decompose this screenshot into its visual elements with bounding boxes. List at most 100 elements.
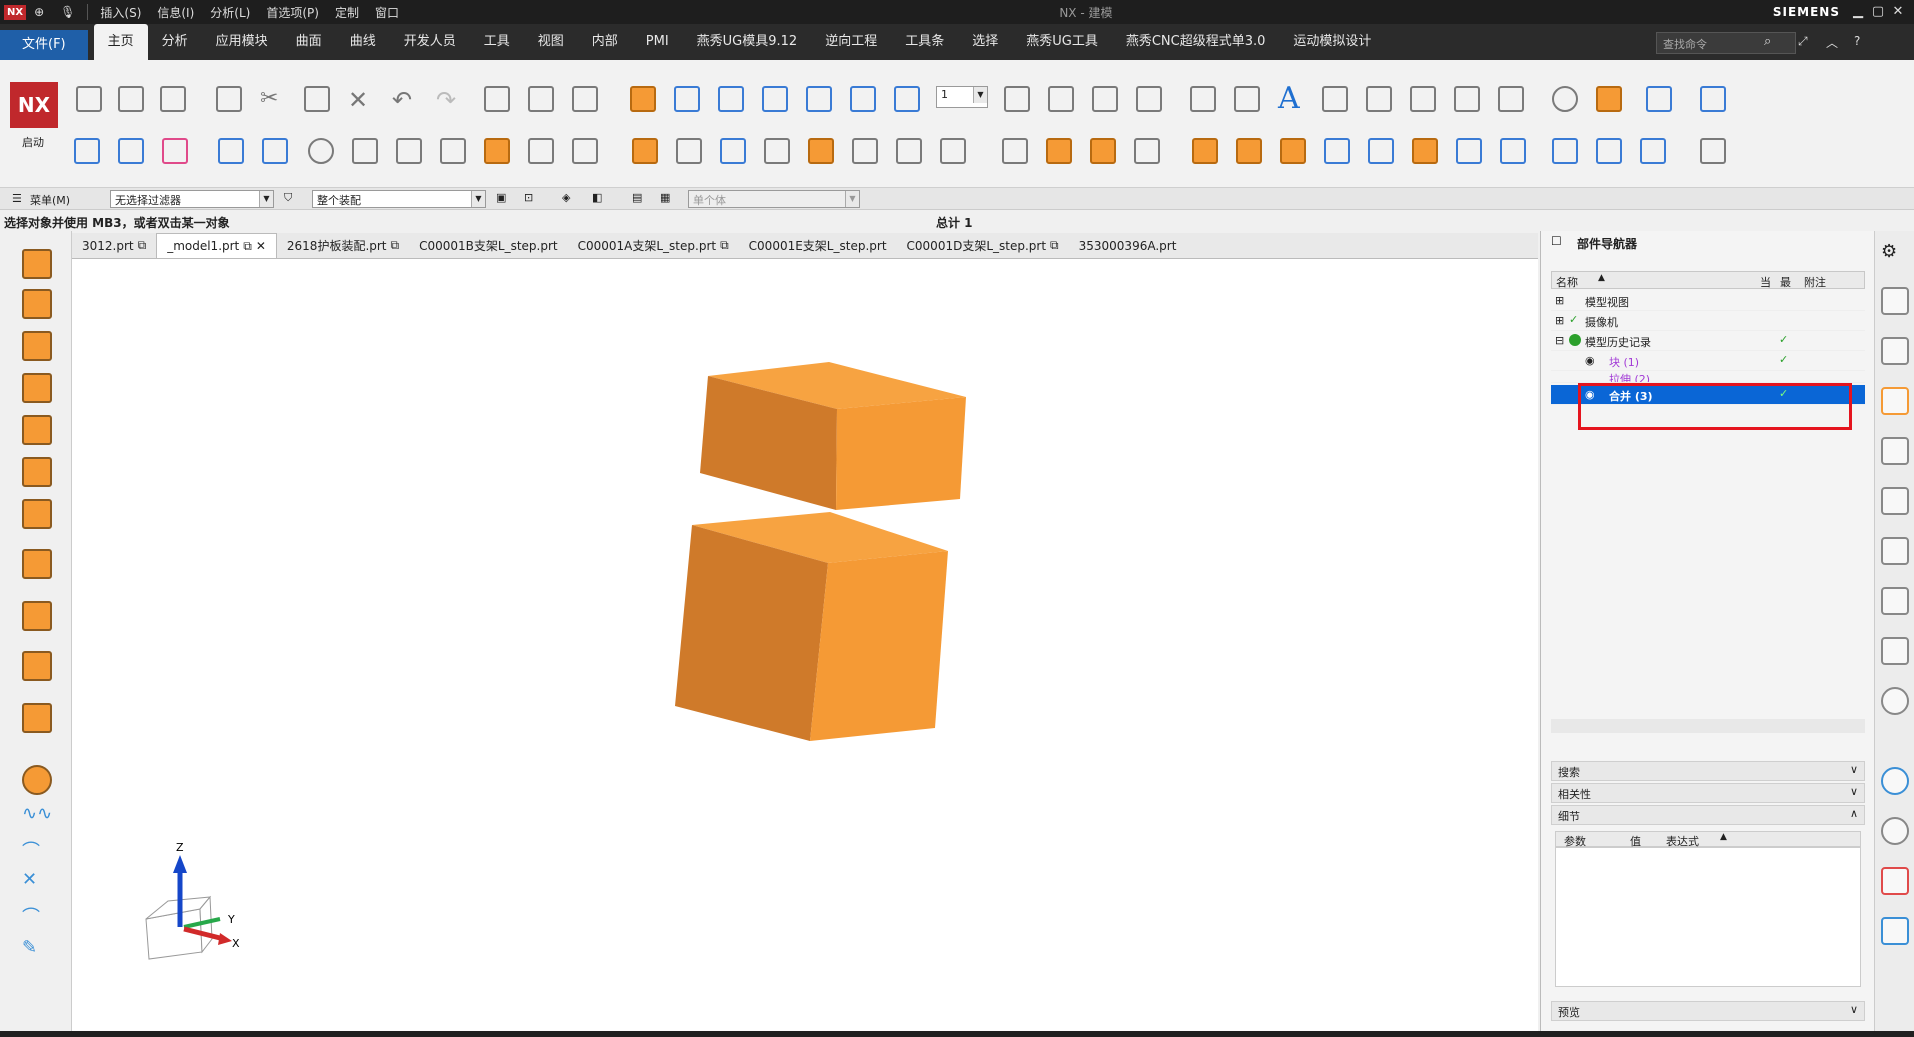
shell-icon[interactable] xyxy=(714,132,750,168)
sphere-icon[interactable] xyxy=(302,132,338,168)
arc-icon[interactable] xyxy=(1362,132,1398,168)
column-current[interactable]: 当 xyxy=(1760,274,1771,290)
close-button[interactable]: ✕ xyxy=(1888,3,1908,21)
history-icon[interactable] xyxy=(1881,587,1909,615)
text-icon[interactable]: A xyxy=(1272,80,1308,116)
intersect-curve-icon[interactable]: ✕ xyxy=(22,869,52,899)
cut-icon[interactable]: ✂ xyxy=(254,80,290,116)
fit-icon[interactable] xyxy=(522,80,558,116)
undo-icon[interactable]: ↶ xyxy=(386,80,422,116)
body-select-icon[interactable]: ▦ xyxy=(660,191,670,204)
microphone-icon[interactable]: 🎙 xyxy=(52,5,83,19)
search-icon[interactable]: ⌕ xyxy=(1764,34,1771,49)
tab-developer[interactable]: 开发人员 xyxy=(390,24,470,60)
palette-icon[interactable] xyxy=(1881,867,1909,895)
revolve-icon[interactable] xyxy=(256,132,292,168)
tab-pmi[interactable]: PMI xyxy=(632,24,683,60)
surface-analysis-icon[interactable] xyxy=(1694,132,1730,168)
section-details[interactable]: 细节 ∧ xyxy=(1551,805,1865,825)
tree-row-cameras[interactable]: ⊞ ✓ 摄像机 xyxy=(1551,311,1865,331)
menu-preferences[interactable]: 首选项(P) xyxy=(258,4,327,21)
delete-face-icon[interactable] xyxy=(22,457,52,487)
split-body-icon[interactable] xyxy=(934,132,970,168)
color-face-icon[interactable] xyxy=(22,765,52,795)
column-latest[interactable]: 最 xyxy=(1780,274,1791,290)
chamfer-icon[interactable] xyxy=(802,132,838,168)
square-icon[interactable] xyxy=(1590,80,1626,116)
graphics-window[interactable]: Z Y X xyxy=(72,259,1538,1031)
circle-icon[interactable] xyxy=(1546,132,1582,168)
layer-settings-icon[interactable] xyxy=(998,80,1034,116)
globe-icon[interactable]: ⊕ xyxy=(26,5,52,19)
horizontal-scrollbar[interactable] xyxy=(1551,719,1865,733)
process-studio-icon[interactable] xyxy=(1881,637,1909,665)
panel-pin-icon[interactable]: ☐ xyxy=(1551,234,1562,248)
model-view[interactable]: Z Y X xyxy=(72,259,1538,1031)
tab-applications[interactable]: 应用模块 xyxy=(202,24,282,60)
note-icon[interactable]: ✎ xyxy=(22,937,52,967)
section-search[interactable]: 搜索 ∨ xyxy=(1551,761,1865,781)
doc-tab-c00001e[interactable]: C00001E支架L_step.prt xyxy=(739,233,897,258)
tab-reverse-engineering[interactable]: 逆向工程 xyxy=(811,24,891,60)
tree-row-model-views[interactable]: ⊞ 模型视图 xyxy=(1551,291,1865,311)
extrude-body[interactable] xyxy=(700,362,966,510)
menu-info[interactable]: 信息(I) xyxy=(149,4,202,21)
highlight-icon[interactable]: ◈ xyxy=(562,191,570,204)
move-to-layer-icon[interactable] xyxy=(1086,80,1122,116)
close-tab-icon[interactable]: ✕ xyxy=(256,239,266,253)
tab-tools[interactable]: 工具 xyxy=(470,24,524,60)
box-icon[interactable] xyxy=(478,132,514,168)
tab-curve[interactable]: 曲线 xyxy=(336,24,390,60)
tab-view[interactable]: 视图 xyxy=(524,24,578,60)
wcs-origin-icon[interactable] xyxy=(844,80,880,116)
globe-icon[interactable] xyxy=(1881,767,1909,795)
tab-select[interactable]: 选择 xyxy=(958,24,1012,60)
copy-to-layer-icon[interactable] xyxy=(1130,80,1166,116)
menu-insert[interactable]: 插入(S) xyxy=(92,4,149,21)
patch-icon[interactable] xyxy=(1186,132,1222,168)
hd3d-tools-icon[interactable] xyxy=(1881,487,1909,515)
tab-motion-simulation[interactable]: 运动模拟设计 xyxy=(1279,24,1385,60)
replace-face-icon[interactable] xyxy=(1274,132,1310,168)
details-column-header[interactable]: 参数 值 表达式 ▲ xyxy=(1555,831,1861,848)
column-notes[interactable]: 附注 xyxy=(1804,274,1826,290)
tab-home[interactable]: 主页 xyxy=(93,24,148,60)
replace-face-side-icon[interactable] xyxy=(22,415,52,445)
role-icon[interactable] xyxy=(1881,917,1909,945)
nx-app-icon[interactable]: NX xyxy=(4,4,27,20)
measure-icon[interactable] xyxy=(888,80,924,116)
copy-face-icon[interactable] xyxy=(22,549,52,579)
doc-tab-model1[interactable]: _model1.prt ⧉ ✕ xyxy=(156,233,277,258)
pull-face-icon[interactable] xyxy=(22,289,52,319)
draft-analysis-icon[interactable] xyxy=(1694,80,1730,116)
wcs-icon[interactable] xyxy=(800,80,836,116)
help-icon[interactable]: ? xyxy=(1854,34,1860,48)
new-file-icon[interactable] xyxy=(70,80,106,116)
info-icon[interactable] xyxy=(1881,687,1909,715)
thread-icon[interactable] xyxy=(522,132,558,168)
doc-tab-c00001d[interactable]: C00001D支架L_step.prt ⧉ xyxy=(897,233,1069,258)
block-icon[interactable] xyxy=(434,132,470,168)
sketch-icon[interactable] xyxy=(68,132,104,168)
sew-icon[interactable] xyxy=(1128,132,1164,168)
draft-icon[interactable] xyxy=(996,132,1032,168)
resize-blend-icon[interactable] xyxy=(22,373,52,403)
tab-yanxiu-tools[interactable]: 燕秀UG工具 xyxy=(1012,24,1112,60)
web-browser-icon[interactable] xyxy=(1881,537,1909,565)
tab-yanxiu-cnc[interactable]: 燕秀CNC超级程式单3.0 xyxy=(1112,24,1280,60)
tree-row-extrude[interactable]: 拉伸 (2) xyxy=(1551,371,1865,383)
trim-body-icon[interactable] xyxy=(890,132,926,168)
pattern-icon[interactable] xyxy=(626,132,662,168)
surface-icon[interactable] xyxy=(1406,132,1442,168)
move-object-icon[interactable] xyxy=(624,80,660,116)
brush-icon[interactable] xyxy=(1316,80,1352,116)
doc-tab-c00001b[interactable]: C00001B支架L_step.prt xyxy=(409,233,568,258)
deselect-icon[interactable]: ▤ xyxy=(632,191,642,204)
menu-customize[interactable]: 定制 xyxy=(327,4,367,21)
extrude-icon[interactable] xyxy=(212,132,248,168)
assembly-navigator-icon[interactable] xyxy=(1881,287,1909,315)
menu-window[interactable]: 窗口 xyxy=(367,4,407,21)
selection-scope-select[interactable]: 整个装配 ▼ xyxy=(312,190,486,208)
refresh-icon[interactable] xyxy=(478,80,514,116)
invert-show-hide-icon[interactable] xyxy=(1492,80,1528,116)
